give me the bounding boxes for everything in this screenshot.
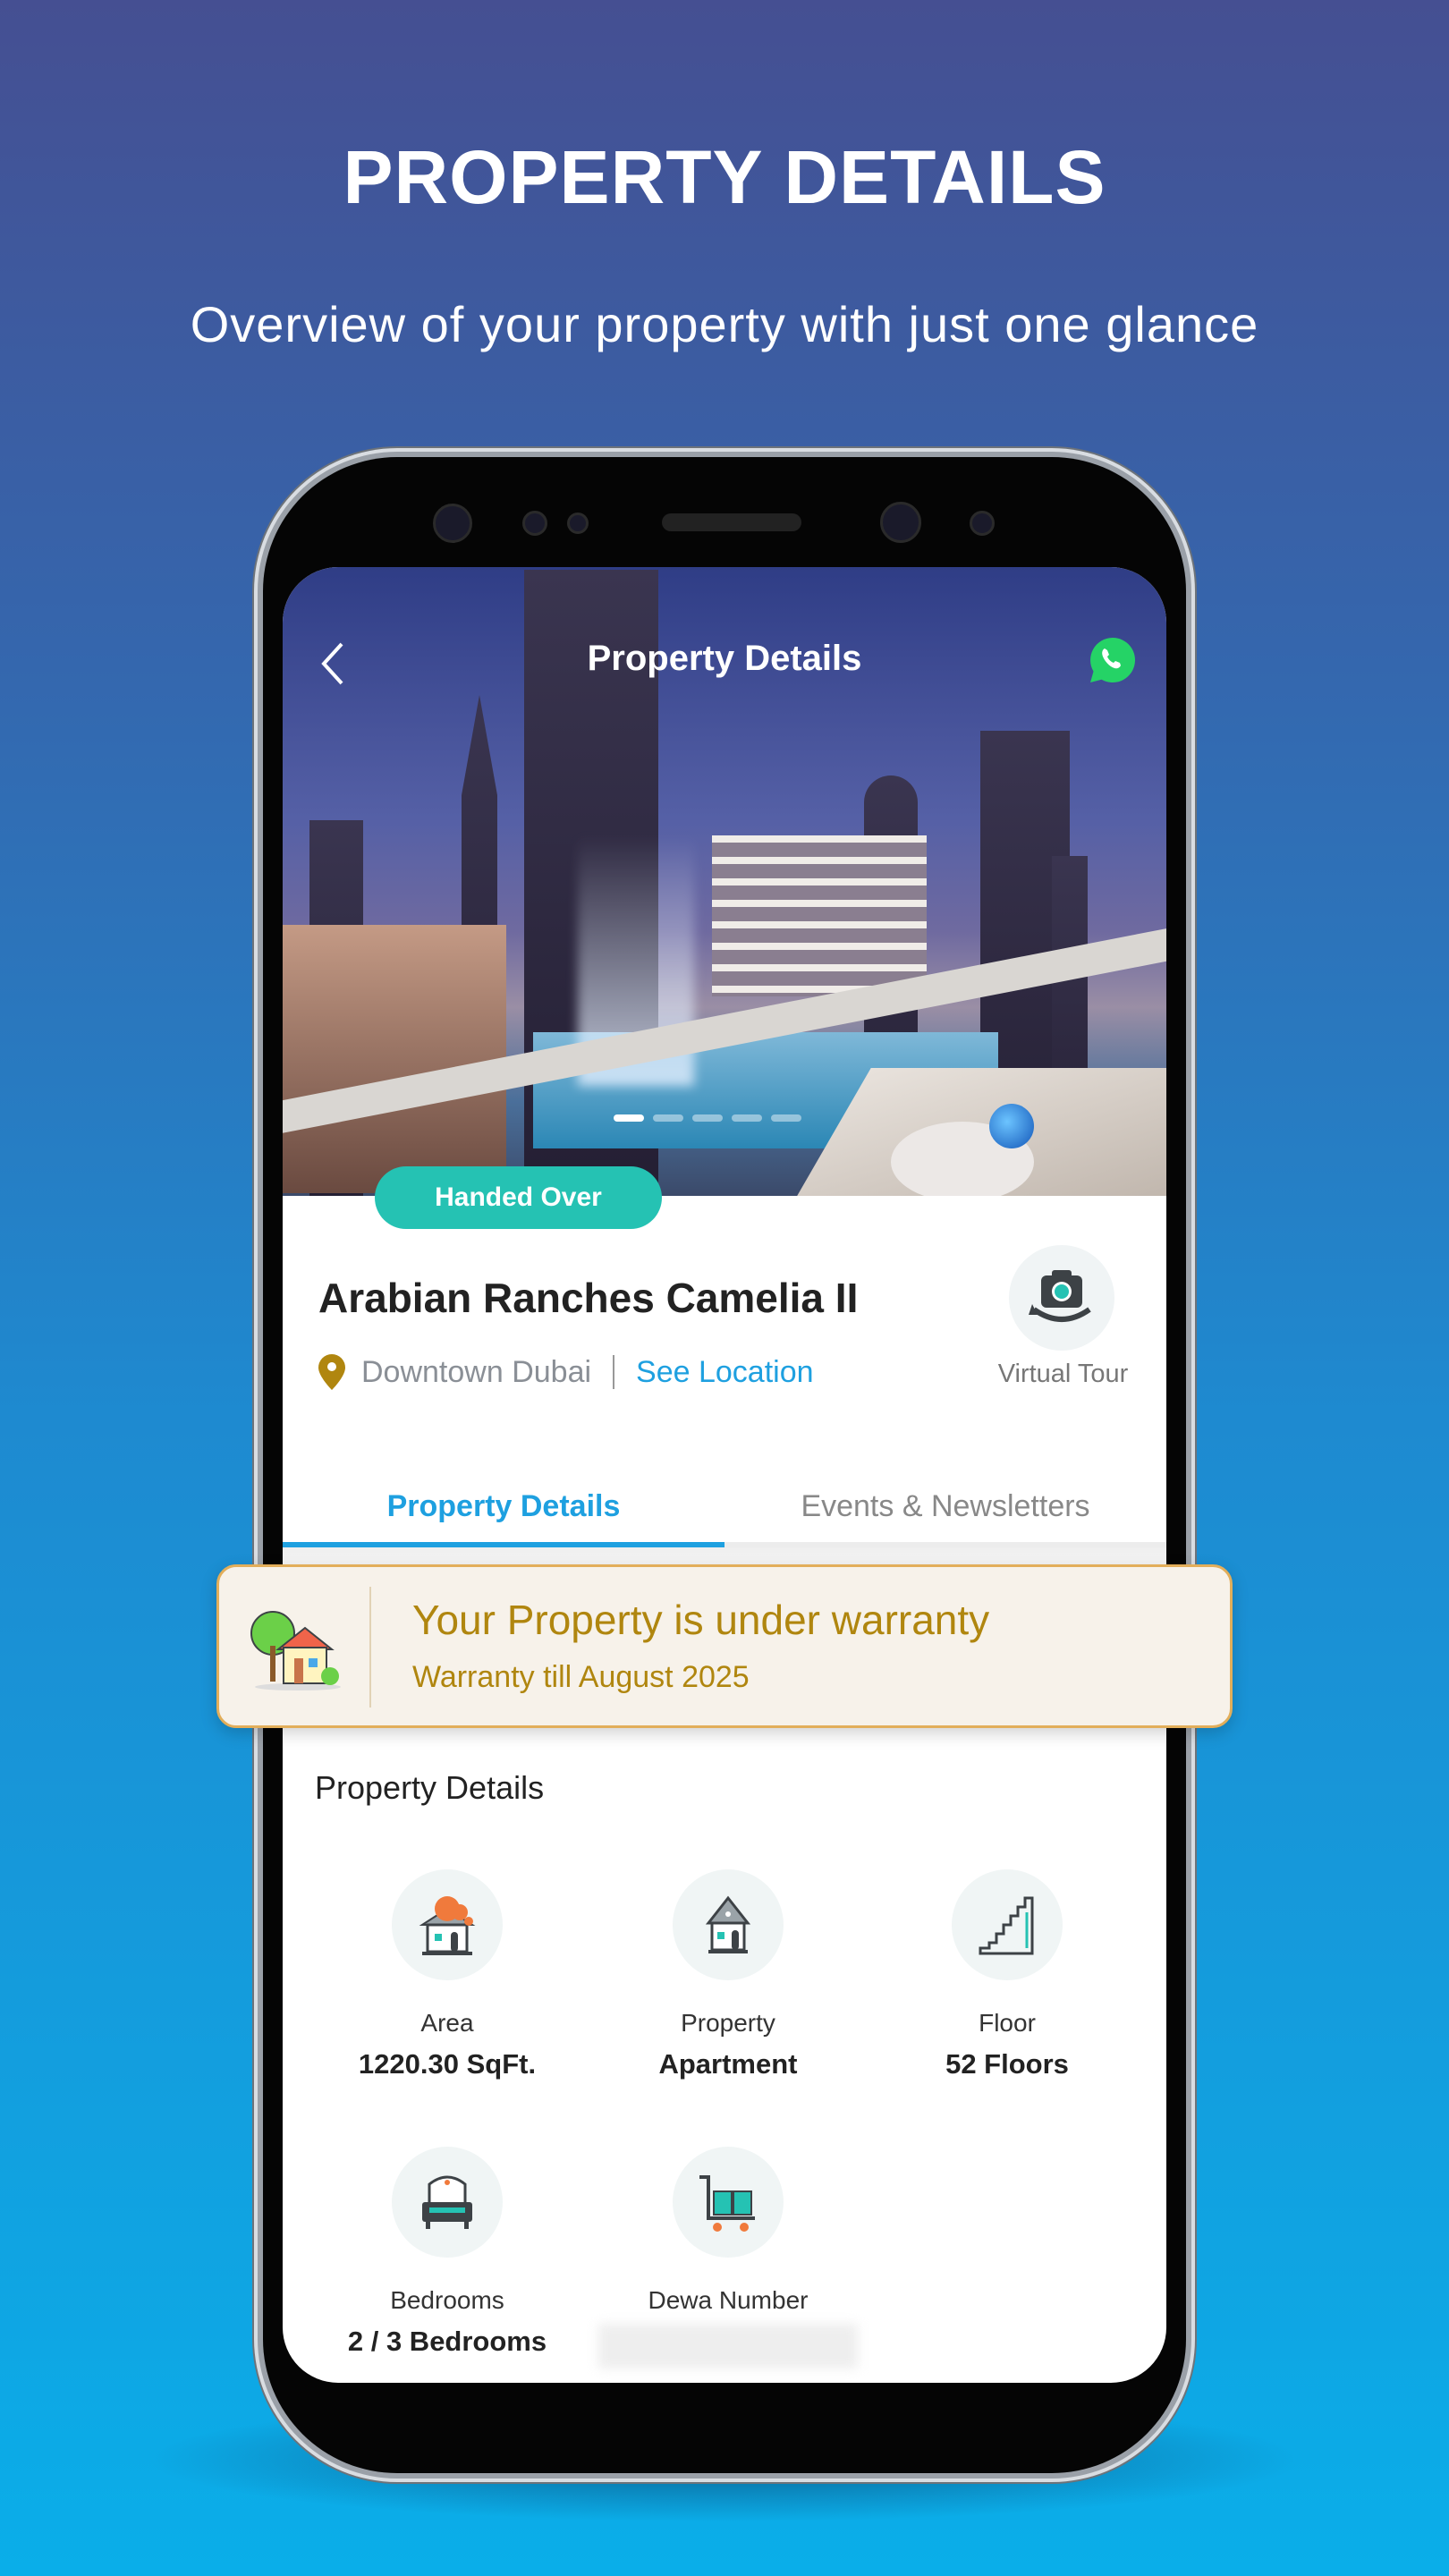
front-camera: [880, 502, 921, 543]
iris-sensor: [433, 504, 472, 543]
warranty-title: Your Property is under warranty: [412, 1597, 990, 1643]
location-pin-icon: [318, 1354, 345, 1390]
detail-bedrooms: Bedrooms 2 / 3 Bedrooms: [313, 2147, 581, 2358]
virtual-tour-button[interactable]: [1009, 1245, 1114, 1351]
earpiece: [662, 513, 801, 531]
virtual-tour-label[interactable]: Virtual Tour: [971, 1360, 1155, 1389]
tab-bar: Property Details Events & Newsletters: [283, 1470, 1166, 1547]
location-text: Downtown Dubai: [361, 1354, 592, 1389]
screen-title: Property Details: [587, 639, 862, 678]
detail-label: Dewa Number: [648, 2286, 809, 2314]
see-location-link[interactable]: See Location: [636, 1355, 814, 1390]
property-photo-carousel[interactable]: Property Details: [283, 567, 1166, 1196]
sensor: [567, 513, 589, 534]
carousel-dot[interactable]: [771, 1114, 801, 1122]
volume-button: [254, 742, 263, 1029]
stairs-icon: [979, 1896, 1034, 1955]
detail-value: 52 Floors: [945, 2048, 1069, 2080]
status-badge: Handed Over: [375, 1166, 662, 1229]
property-name: Arabian Ranches Camelia II: [318, 1275, 859, 1321]
location-row: Downtown Dubai See Location: [318, 1354, 814, 1390]
house-area-icon: [419, 1896, 476, 1955]
warranty-card[interactable]: Your Property is under warranty Warranty…: [216, 1564, 1233, 1728]
hero-subtitle: Overview of your property with just one …: [190, 296, 1259, 352]
divider: [613, 1355, 615, 1389]
house-icon: [705, 1895, 751, 1953]
tab-property-details[interactable]: Property Details: [283, 1470, 724, 1547]
tab-events-newsletters[interactable]: Events & Newsletters: [724, 1470, 1166, 1542]
sensor: [970, 511, 995, 536]
whatsapp-icon[interactable]: [1088, 635, 1138, 685]
detail-label: Bedrooms: [390, 2286, 504, 2314]
section-title: Property Details: [315, 1769, 545, 1806]
detail-value-redacted: [598, 2324, 858, 2368]
power-button: [1186, 1020, 1195, 1181]
house-tree-icon: [250, 1611, 341, 1690]
carousel-dot[interactable]: [732, 1114, 762, 1122]
bixby-button: [254, 1136, 263, 1297]
carousel-dot[interactable]: [692, 1114, 723, 1122]
detail-label: Floor: [979, 2009, 1036, 2037]
detail-value: 2 / 3 Bedrooms: [347, 2326, 547, 2357]
app-screen: Property Details Handed Over Arabian Ran…: [283, 567, 1166, 2383]
carousel-indicator: [614, 1114, 801, 1122]
sensor: [522, 511, 547, 536]
sofa-icon: [422, 2175, 472, 2229]
divider: [369, 1587, 371, 1707]
detail-dewa-number: Dewa Number: [594, 2147, 862, 2368]
camera-360-icon: [1029, 1270, 1091, 1322]
detail-label: Area: [420, 2009, 474, 2037]
detail-value: 1220.30 SqFt.: [358, 2048, 537, 2080]
detail-property: Property Apartment: [594, 1869, 862, 2080]
cart-icon: [699, 2175, 755, 2232]
detail-floor: Floor 52 Floors: [873, 1869, 1141, 2080]
detail-value: Apartment: [658, 2048, 798, 2080]
detail-label: Property: [681, 2009, 775, 2037]
carousel-dot[interactable]: [614, 1114, 644, 1122]
carousel-dot[interactable]: [653, 1114, 683, 1122]
hero-title: PROPERTY DETAILS: [343, 135, 1106, 219]
warranty-subtitle: Warranty till August 2025: [412, 1660, 750, 1694]
detail-area: Area 1220.30 SqFt.: [313, 1869, 581, 2080]
